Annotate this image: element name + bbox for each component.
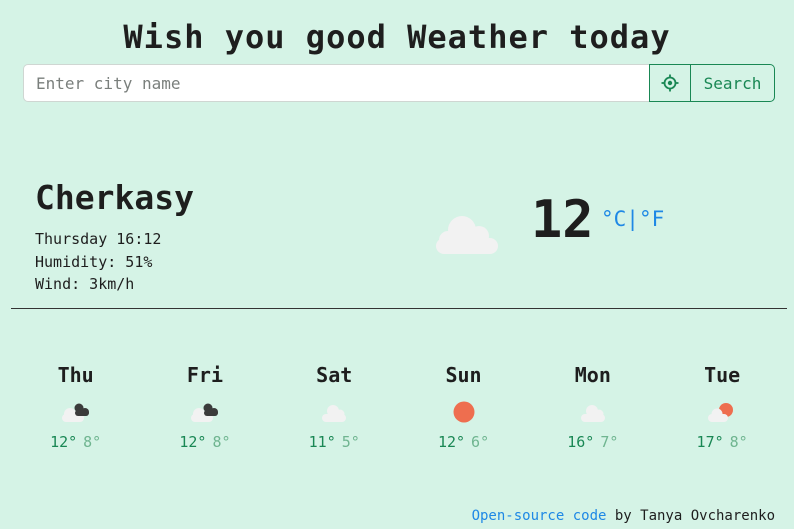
- forecast-min: 7°: [600, 433, 619, 451]
- current-location-button[interactable]: [649, 64, 691, 102]
- forecast-min: 6°: [471, 433, 490, 451]
- forecast-day-name: Thu: [57, 363, 94, 387]
- cloud-icon: [322, 405, 347, 422]
- forecast-max: 12°: [179, 433, 207, 451]
- forecast-day: Thu 12° 8°: [11, 363, 140, 451]
- forecast-day-name: Sun: [445, 363, 482, 387]
- forecast-min: 5°: [341, 433, 360, 451]
- partly-cloudy-icon: [708, 403, 734, 422]
- celsius-link[interactable]: °C: [601, 207, 626, 231]
- humidity: Humidity: 51%: [35, 252, 153, 271]
- wind: Wind: 3km/h: [35, 275, 135, 293]
- forecast-day-name: Sat: [316, 363, 353, 387]
- forecast-max: 16°: [567, 433, 595, 451]
- unit-separator: |: [626, 207, 639, 231]
- current-datetime: Thursday 16:12: [35, 230, 162, 248]
- forecast-max: 11°: [308, 433, 336, 451]
- forecast-day: Fri 12° 8°: [140, 363, 269, 451]
- search-input[interactable]: [23, 64, 649, 102]
- page-title: Wish you good Weather today: [123, 18, 671, 56]
- search-form: Search: [23, 64, 775, 102]
- cloud-icon: [432, 208, 502, 260]
- footer-author: by Tanya Ovcharenko: [606, 508, 775, 524]
- forecast-max: 12°: [437, 433, 466, 451]
- forecast-day: Mon 16° 7°: [528, 363, 657, 451]
- forecast-day-name: Tue: [704, 363, 741, 387]
- forecast-max: 17°: [696, 433, 724, 451]
- forecast-row: Thu 12° 8° Fri 12° 8° Sat 11° 5° Sun 12°…: [11, 363, 787, 451]
- forecast-min: 8°: [729, 433, 748, 451]
- city-name: Cherkasy: [35, 178, 194, 217]
- forecast-min: 8°: [83, 433, 102, 451]
- forecast-day: Tue 17° 8°: [657, 363, 786, 451]
- broken-clouds-icon: [61, 403, 89, 422]
- cloud-icon: [580, 405, 605, 422]
- fahrenheit-link[interactable]: °F: [639, 207, 664, 231]
- location-crosshair-icon: [661, 74, 679, 92]
- search-button[interactable]: Search: [691, 64, 775, 102]
- forecast-day-name: Fri: [186, 363, 223, 387]
- forecast-day: Sun 12° 6°: [399, 363, 528, 451]
- forecast-day: Sat 11° 5°: [270, 363, 399, 451]
- unit-switcher: °C|°F: [601, 207, 664, 231]
- current-temperature: 12: [531, 190, 594, 250]
- weather-details: Thursday 16:12 Humidity: 51% Wind: 3km/h: [35, 228, 161, 296]
- forecast-day-name: Mon: [574, 363, 611, 387]
- divider: [11, 308, 787, 309]
- source-code-link[interactable]: Open-source code: [472, 508, 607, 524]
- footer: Open-source code by Tanya Ovcharenko: [472, 508, 775, 524]
- forecast-min: 8°: [212, 433, 231, 451]
- forecast-max: 12°: [50, 433, 78, 451]
- sun-icon: [453, 401, 475, 423]
- broken-clouds-icon: [190, 403, 218, 422]
